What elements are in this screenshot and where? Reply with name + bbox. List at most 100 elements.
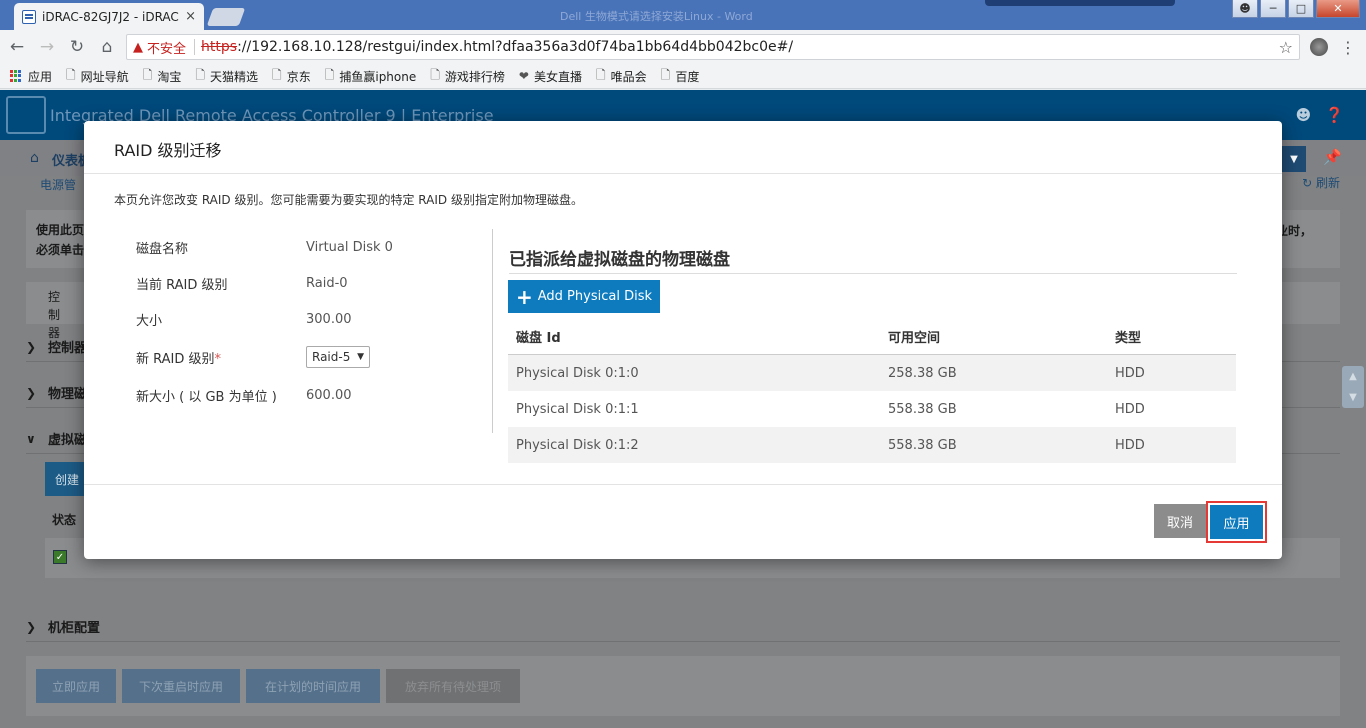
page-icon: 🗋 <box>596 67 606 82</box>
dashboard-home-icon[interactable]: ⌂ <box>30 150 39 166</box>
info-panel-text: 使用此页 必须单击 <box>36 220 84 260</box>
select-arrow-icon: ▼ <box>357 352 364 362</box>
apps-grid-icon <box>10 70 22 82</box>
forward-icon[interactable]: → <box>34 34 60 60</box>
back-icon[interactable]: ← <box>4 34 30 60</box>
browser-tab-idrac[interactable]: iDRAC-82GJ7J2 - iDRAC × <box>14 3 204 30</box>
apply-next-reboot-button[interactable]: 下次重启时应用 <box>122 669 240 703</box>
apply-button[interactable]: 应用 <box>1210 505 1263 539</box>
bookmark-label: 京东 <box>286 69 311 84</box>
bookmark-label: 淘宝 <box>157 69 182 84</box>
bookmark-star-icon[interactable]: ☆ <box>1279 38 1293 57</box>
prop-value: Raid-0 <box>306 275 348 291</box>
raid-select-value: Raid-5 <box>312 350 351 364</box>
bookmark-item[interactable]: 🗋 天猫精选 <box>195 66 258 87</box>
section-enclosure-config[interactable]: ❯ 机柜配置 <box>26 612 1340 642</box>
section-label: 机柜配置 <box>48 621 101 636</box>
window-title: Dell 生物模式请选择安装Linux - Word <box>560 10 753 23</box>
heart-icon: ❤ <box>518 69 529 83</box>
bookmark-item[interactable]: 🗋 游戏排行榜 <box>430 66 505 87</box>
omnibox-separator <box>194 39 196 55</box>
user-icon[interactable]: ☻ <box>1296 106 1312 124</box>
bookmark-item[interactable]: ❤ 美女直播 <box>519 68 582 85</box>
section-label: 虚拟磁 <box>48 433 88 448</box>
refresh-label: 刷新 <box>1315 176 1340 190</box>
dialog-footer-divider <box>84 484 1282 485</box>
scroll-widget[interactable]: ▲ ▼ <box>1342 366 1364 408</box>
refresh-link[interactable]: ↻ 刷新 <box>1302 174 1340 191</box>
info-line-1: 使用此页 <box>36 223 85 237</box>
cell-disk-id: Physical Disk 0:1:2 <box>516 437 639 453</box>
prop-new-raid: 新 RAID 级别* Raid-5 ▼ <box>136 346 476 368</box>
chevron-down-icon[interactable]: ▼ <box>1349 392 1357 403</box>
required-marker: * <box>214 351 222 367</box>
prop-value: Virtual Disk 0 <box>306 239 393 255</box>
prop-label: 大小 <box>136 313 163 329</box>
window-decoration <box>985 0 1175 6</box>
prop-label: 新 RAID 级别* <box>136 348 306 367</box>
add-physical-disk-button[interactable]: + Add Physical Disk <box>508 280 660 313</box>
column-divider <box>492 229 493 433</box>
cancel-button[interactable]: 取消 <box>1154 504 1206 538</box>
header-type: 类型 <box>1115 331 1142 346</box>
physical-disk-table: 磁盘 Id 可用空间 类型 Physical Disk 0:1:0 258.38… <box>508 319 1236 463</box>
window-close-icon[interactable]: ✕ <box>1316 0 1360 18</box>
power-management-link[interactable]: 电源管 <box>40 176 76 193</box>
discard-pending-button[interactable]: 放弃所有待处理项 <box>386 669 520 703</box>
user-profile-icon[interactable]: ☻ <box>1232 0 1258 18</box>
prop-label: 当前 RAID 级别 <box>136 277 228 293</box>
reload-icon[interactable]: ↻ <box>64 34 90 60</box>
add-button-label: Add Physical Disk <box>537 289 652 304</box>
bookmark-label: 天猫精选 <box>210 69 259 84</box>
prop-new-size: 新大小 ( 以 GB 为单位 ) 600.00 <box>136 385 476 405</box>
section-label: 控制器 <box>48 341 88 356</box>
browser-tab-title: iDRAC-82GJ7J2 - iDRAC <box>42 9 179 24</box>
table-row: Physical Disk 0:1:1 558.38 GB HDD <box>508 391 1236 427</box>
bookmark-item[interactable]: 🗋 京东 <box>272 66 311 87</box>
maximize-icon[interactable]: □ <box>1288 0 1314 18</box>
window-controls: ☻ ─ □ ✕ <box>1232 0 1360 18</box>
bookmark-item[interactable]: 🗋 唯品会 <box>596 66 647 87</box>
dialog-title: RAID 级别迁移 <box>114 141 222 160</box>
header-disk-id: 磁盘 Id <box>516 331 561 346</box>
prop-size: 大小 300.00 <box>136 309 476 329</box>
minimize-icon[interactable]: ─ <box>1260 0 1286 18</box>
home-icon[interactable]: ⌂ <box>94 34 120 60</box>
new-raid-select[interactable]: Raid-5 ▼ <box>306 346 370 368</box>
insecure-label[interactable]: 不安全 <box>147 38 186 57</box>
chevron-down-icon[interactable]: ▼ <box>1282 146 1306 172</box>
table-row: Physical Disk 0:1:2 558.38 GB HDD <box>508 427 1236 463</box>
url-text: ://192.168.10.128/restgui/index.html?dfa… <box>237 39 794 55</box>
table-header: 磁盘 Id 可用空间 类型 <box>508 319 1236 355</box>
apply-highlight-box: 应用 <box>1206 501 1267 543</box>
bookmark-apps[interactable]: 应用 <box>10 68 52 85</box>
address-bar[interactable]: ▲ 不安全 https ://192.168.10.128/restgui/in… <box>126 34 1300 60</box>
chevron-down-icon: ∨ <box>26 431 36 446</box>
chevron-up-icon[interactable]: ▲ <box>1349 371 1357 382</box>
cell-disk-id: Physical Disk 0:1:1 <box>516 401 639 417</box>
dialog-header-divider <box>84 173 1282 174</box>
page-icon: 🗋 <box>195 67 206 82</box>
page-icon: 🗋 <box>272 67 282 82</box>
cell-disk-id: Physical Disk 0:1:0 <box>516 365 639 381</box>
warning-icon[interactable]: ▲ <box>133 40 143 55</box>
browser-toolbar: ← → ↻ ⌂ ▲ 不安全 https ://192.168.10.128/re… <box>0 30 1366 64</box>
bookmark-label: 捕鱼赢iphone <box>339 69 417 84</box>
bookmark-item[interactable]: 🗋 淘宝 <box>143 66 182 87</box>
extension-icon[interactable] <box>1310 38 1328 56</box>
apply-now-button[interactable]: 立即应用 <box>36 669 116 703</box>
new-tab-button[interactable] <box>206 8 246 26</box>
bookmark-item[interactable]: 🗋 百度 <box>661 66 700 87</box>
bookmark-item[interactable]: 🗋 捕鱼赢iphone <box>325 66 417 87</box>
bookmark-item[interactable]: 🗋 网址导航 <box>66 66 129 87</box>
pin-icon[interactable]: 📌 <box>1323 148 1342 166</box>
prop-label: 磁盘名称 <box>136 241 189 257</box>
apply-scheduled-button[interactable]: 在计划的时间应用 <box>246 669 380 703</box>
browser-menu-icon[interactable]: ⋮ <box>1340 38 1356 57</box>
create-virtual-disk-button[interactable]: 创建 <box>45 462 89 496</box>
section-label: 物理磁 <box>48 387 88 402</box>
tab-close-icon[interactable]: × <box>185 9 196 24</box>
cell-type: HDD <box>1115 437 1145 453</box>
help-icon[interactable]: ❓ <box>1325 106 1344 124</box>
page-icon: 🗋 <box>430 67 440 82</box>
